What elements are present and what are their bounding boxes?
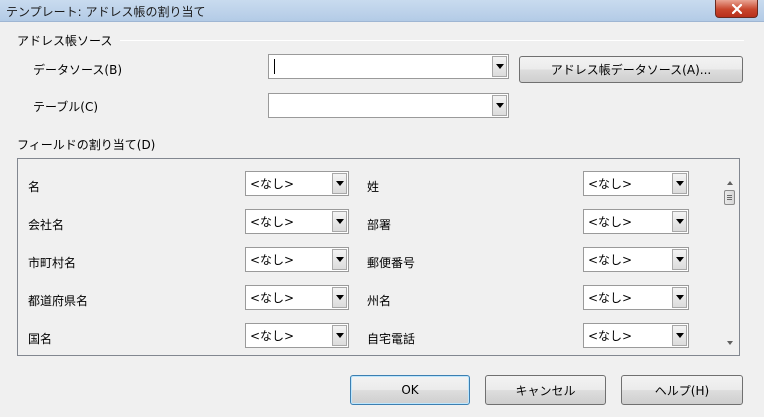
field-label: 名 bbox=[28, 180, 41, 194]
field-mapping-dropdown-button[interactable] bbox=[672, 325, 687, 346]
chevron-down-icon bbox=[495, 64, 504, 69]
chevron-down-icon bbox=[335, 181, 344, 186]
field-mapping-value: <なし> bbox=[588, 177, 633, 191]
table-label: テーブル(C) bbox=[33, 100, 99, 114]
close-icon bbox=[731, 3, 742, 14]
datasource-dropdown-button[interactable] bbox=[492, 56, 507, 77]
chevron-down-icon bbox=[335, 295, 344, 300]
field-label: 郵便番号 bbox=[367, 256, 416, 270]
cancel-button[interactable]: キャンセル bbox=[485, 375, 606, 405]
field-mapping-combo[interactable]: <なし> bbox=[245, 247, 349, 272]
field-mapping-dropdown-button[interactable] bbox=[332, 173, 347, 194]
field-mapping-dropdown-button[interactable] bbox=[332, 287, 347, 308]
field-mapping-combo[interactable]: <なし> bbox=[245, 285, 349, 310]
field-mapping-value: <なし> bbox=[250, 329, 295, 343]
field-mapping-value: <なし> bbox=[250, 177, 295, 191]
chevron-down-icon bbox=[335, 257, 344, 262]
title-bar: テンプレート: アドレス帳の割り当て bbox=[0, 0, 764, 22]
field-mapping-value: <なし> bbox=[588, 329, 633, 343]
arrow-up-icon bbox=[726, 180, 733, 185]
field-mapping-combo[interactable]: <なし> bbox=[245, 323, 349, 348]
scroll-thumb[interactable] bbox=[724, 190, 735, 205]
field-mapping-value: <なし> bbox=[250, 215, 295, 229]
table-dropdown-button[interactable] bbox=[492, 95, 507, 116]
chevron-down-icon bbox=[335, 219, 344, 224]
field-mapping-dropdown-button[interactable] bbox=[672, 287, 687, 308]
field-label: 会社名 bbox=[28, 218, 65, 232]
vertical-scrollbar[interactable] bbox=[721, 160, 738, 354]
ok-button[interactable]: OK bbox=[350, 375, 470, 405]
field-mapping-dropdown-button[interactable] bbox=[332, 249, 347, 270]
field-mapping-combo[interactable]: <なし> bbox=[583, 171, 689, 196]
field-label: 都道府県名 bbox=[28, 294, 89, 308]
address-book-assignment-dialog: テンプレート: アドレス帳の割り当て アドレス帳ソース データソース(B) アド… bbox=[0, 0, 764, 417]
chevron-down-icon bbox=[495, 103, 504, 108]
field-mapping-combo[interactable]: <なし> bbox=[583, 285, 689, 310]
field-mapping-combo[interactable]: <なし> bbox=[583, 247, 689, 272]
field-mapping-value: <なし> bbox=[250, 291, 295, 305]
scroll-up-button[interactable] bbox=[721, 174, 738, 191]
datasource-combo[interactable] bbox=[268, 54, 509, 79]
field-label: 市町村名 bbox=[28, 256, 77, 270]
field-label: 国名 bbox=[28, 332, 53, 346]
chevron-down-icon bbox=[335, 333, 344, 338]
datasource-label: データソース(B) bbox=[33, 63, 122, 77]
field-mapping-value: <なし> bbox=[250, 253, 295, 267]
field-mapping-combo[interactable]: <なし> bbox=[583, 209, 689, 234]
field-assignment-list: 名 <なし> 姓 <なし> 会社名 <なし> 部署 <なし> 市町村名 <なし> 郵便番号 <なし> 都… bbox=[17, 158, 740, 356]
chevron-down-icon bbox=[675, 295, 684, 300]
field-mapping-dropdown-button[interactable] bbox=[332, 211, 347, 232]
help-button[interactable]: ヘルプ(H) bbox=[621, 375, 743, 405]
text-caret bbox=[274, 59, 275, 74]
field-label: 自宅電話 bbox=[367, 332, 416, 346]
field-label: 州名 bbox=[367, 294, 392, 308]
chevron-down-icon bbox=[675, 181, 684, 186]
field-mapping-dropdown-button[interactable] bbox=[672, 173, 687, 194]
field-mapping-dropdown-button[interactable] bbox=[672, 249, 687, 270]
field-section-heading: フィールドの割り当て(D) bbox=[17, 138, 156, 152]
close-button[interactable] bbox=[715, 0, 758, 18]
field-mapping-value: <なし> bbox=[588, 253, 633, 267]
field-mapping-combo[interactable]: <なし> bbox=[583, 323, 689, 348]
chevron-down-icon bbox=[675, 333, 684, 338]
field-mapping-dropdown-button[interactable] bbox=[332, 325, 347, 346]
window-title: テンプレート: アドレス帳の割り当て bbox=[6, 5, 206, 19]
table-combo[interactable] bbox=[268, 93, 509, 118]
field-mapping-combo[interactable]: <なし> bbox=[245, 171, 349, 196]
field-mapping-value: <なし> bbox=[588, 215, 633, 229]
field-mapping-dropdown-button[interactable] bbox=[672, 211, 687, 232]
field-mapping-value: <なし> bbox=[588, 291, 633, 305]
field-label: 姓 bbox=[367, 180, 380, 194]
field-mapping-combo[interactable]: <なし> bbox=[245, 209, 349, 234]
arrow-down-icon bbox=[726, 340, 733, 345]
chevron-down-icon bbox=[675, 219, 684, 224]
address-book-datasource-button[interactable]: アドレス帳データソース(A)... bbox=[519, 56, 743, 83]
scroll-down-button[interactable] bbox=[721, 334, 738, 351]
field-label: 部署 bbox=[367, 218, 392, 232]
source-section-heading: アドレス帳ソース bbox=[17, 34, 113, 48]
source-section-divider bbox=[120, 40, 744, 41]
chevron-down-icon bbox=[675, 257, 684, 262]
